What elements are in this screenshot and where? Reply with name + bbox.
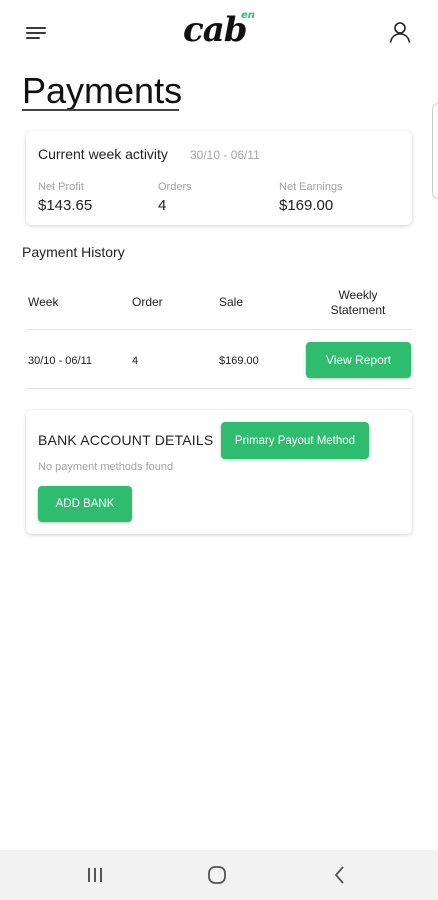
- row-week: 30/10 - 06/11: [28, 355, 93, 367]
- title-underline: [22, 109, 179, 111]
- current-week-range: 30/10 - 06/11: [190, 148, 260, 162]
- net-earnings-value: $169.00: [279, 197, 334, 214]
- column-header-weekly-statement: Weekly Statement: [330, 288, 386, 317]
- no-payment-methods-text: No payment methods found: [38, 461, 174, 473]
- net-profit-value: $143.65: [38, 197, 93, 214]
- column-header-week: Week: [28, 295, 59, 309]
- column-header-sale: Sale: [219, 295, 244, 309]
- add-bank-button[interactable]: ADD BANK: [38, 486, 132, 522]
- hamburger-menu-icon[interactable]: [26, 24, 48, 40]
- net-profit-label: Net Profit: [38, 181, 84, 193]
- bank-account-title: BANK ACCOUNT DETAILS: [38, 432, 214, 448]
- orders-value: 4: [158, 197, 167, 214]
- table-header-divider: [26, 329, 412, 330]
- system-navigation-bar: [0, 850, 438, 900]
- row-sale: $169.00: [219, 355, 259, 367]
- primary-payout-method-button[interactable]: Primary Payout Method: [221, 422, 369, 459]
- recent-apps-icon[interactable]: [83, 863, 107, 887]
- current-week-title: Current week activity: [38, 146, 168, 162]
- table-row-divider: [26, 388, 412, 389]
- app-logo: cab en: [183, 10, 263, 54]
- logo-superscript: en: [241, 10, 255, 21]
- payments-screen: cab en Payments Current week activity 30…: [0, 0, 438, 900]
- logo-text: cab: [183, 10, 248, 50]
- page-title: Payments: [22, 70, 183, 111]
- payment-history-title: Payment History: [22, 244, 125, 260]
- top-bar: cab en: [0, 0, 438, 62]
- side-panel-handle[interactable]: [432, 103, 438, 199]
- view-report-button[interactable]: View Report: [306, 342, 411, 378]
- current-week-card: Current week activity 30/10 - 06/11 Net …: [26, 131, 412, 225]
- row-order: 4: [132, 355, 139, 367]
- orders-label: Orders: [158, 181, 192, 193]
- home-icon[interactable]: [205, 863, 229, 887]
- bank-account-card: BANK ACCOUNT DETAILS Primary Payout Meth…: [26, 410, 412, 534]
- column-header-order: Order: [132, 295, 163, 309]
- user-icon[interactable]: [388, 20, 412, 44]
- net-earnings-label: Net Earnings: [279, 181, 343, 193]
- back-icon[interactable]: [328, 863, 352, 887]
